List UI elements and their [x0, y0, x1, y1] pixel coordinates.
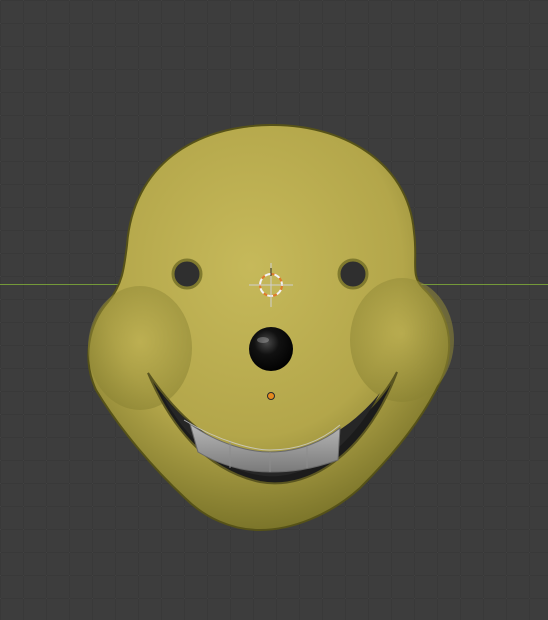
left-eye-hole[interactable]: [171, 258, 203, 290]
scene-canvas[interactable]: [0, 0, 548, 620]
mask-model[interactable]: [87, 123, 454, 532]
right-eye-hole[interactable]: [337, 258, 369, 290]
nose-ball[interactable]: [249, 327, 293, 371]
3d-viewport[interactable]: [0, 0, 548, 620]
left-cheek: [88, 286, 192, 410]
right-cheek: [350, 278, 454, 402]
nose-highlight: [257, 337, 269, 343]
object-origin-icon[interactable]: [267, 392, 275, 400]
